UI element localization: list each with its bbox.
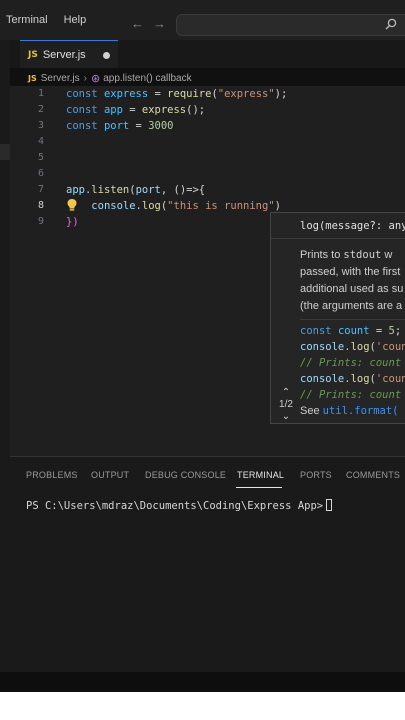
search-icon (385, 18, 397, 30)
line-number: 1 (37, 88, 44, 99)
breadcrumb-file[interactable]: Server.js (41, 73, 80, 84)
tab-debug-console[interactable]: DEBUG CONSOLE (145, 470, 226, 480)
code-line-8: console.log("this is running") (91, 200, 281, 212)
util-format-link[interactable]: util.format( (323, 405, 399, 417)
status-area (0, 672, 405, 692)
breadcrumb: JS Server.js › ⊛ app.listen() callback (28, 70, 192, 86)
editor-tab-strip: JS Server.js (10, 40, 405, 68)
menu-bar: Terminal Help ← → (0, 0, 405, 40)
line-number: 3 (37, 120, 44, 131)
activity-bar (0, 40, 10, 672)
panel-tabs: PROBLEMS OUTPUT DEBUG CONSOLE TERMINAL P… (10, 457, 405, 491)
line-number: 5 (37, 152, 44, 163)
breadcrumb-symbol[interactable]: app.listen() callback (103, 73, 191, 84)
command-center-search[interactable] (176, 14, 405, 36)
hover-documentation: Prints to stdout w passed, with the firs… (300, 249, 404, 312)
line-number: 9 (37, 216, 44, 227)
line-number: 6 (37, 168, 44, 179)
hover-tooltip[interactable]: log(message?: any Prints to stdout w pas… (270, 212, 405, 424)
code-content[interactable]: const express = require("express"); cons… (66, 86, 287, 230)
line-number-gutter: 1 2 3 4 5 6 7 8 9 (10, 86, 56, 230)
overload-counter: 1/2 (279, 399, 293, 410)
hover-signature: log(message?: any (271, 213, 405, 239)
javascript-file-icon: JS (28, 73, 37, 83)
line-number: 7 (37, 184, 44, 195)
menu-terminal[interactable]: Terminal (6, 14, 48, 26)
tab-server-js[interactable]: JS Server.js (20, 40, 118, 68)
chevron-up-icon[interactable]: ⌃ (275, 387, 297, 399)
line-number: 2 (37, 104, 44, 115)
code-line-2: const app = express(); (66, 104, 206, 116)
tab-problems[interactable]: PROBLEMS (26, 470, 78, 480)
function-symbol-icon: ⊛ (91, 72, 101, 85)
chevron-right-icon: › (83, 72, 87, 84)
activity-indicator (0, 144, 10, 160)
menu-help[interactable]: Help (64, 14, 87, 26)
page-footer (0, 692, 405, 720)
tab-terminal[interactable]: TERMINAL (237, 470, 284, 480)
code-line-1: const express = require("express"); (66, 88, 288, 100)
forward-arrow-icon[interactable]: → (153, 16, 166, 31)
javascript-file-icon: JS (28, 49, 38, 60)
tab-comments[interactable]: COMMENTS (346, 470, 400, 480)
terminal-cursor (326, 499, 333, 511)
bottom-panel: PROBLEMS OUTPUT DEBUG CONSOLE TERMINAL P… (10, 456, 405, 672)
line-number-active: 8 (37, 200, 44, 211)
tab-ports[interactable]: PORTS (300, 470, 332, 480)
code-line-9: }) (66, 216, 79, 228)
overload-pager[interactable]: ⌃ 1/2 ⌄ (275, 387, 297, 423)
unsaved-dot-icon[interactable] (103, 52, 110, 59)
terminal-prompt-line[interactable]: PS C:\Users\mdraz\Documents\Coding\Expre… (26, 499, 333, 512)
code-line-7: app.listen(port, ()=>{ (66, 184, 206, 196)
active-tab-indicator (236, 487, 282, 488)
tab-label: Server.js (42, 48, 86, 61)
hover-see-also: See util.format( (300, 405, 399, 417)
chevron-down-icon[interactable]: ⌄ (275, 411, 297, 423)
back-arrow-icon[interactable]: ← (131, 16, 144, 31)
line-number: 4 (37, 136, 44, 147)
code-line-3: const port = 3000 (66, 120, 174, 132)
tab-output[interactable]: OUTPUT (91, 470, 129, 480)
terminal-prompt: PS C:\Users\mdraz\Documents\Coding\Expre… (26, 500, 324, 512)
hover-code-example: const count = 5; console.log('coun // Pr… (300, 319, 405, 403)
